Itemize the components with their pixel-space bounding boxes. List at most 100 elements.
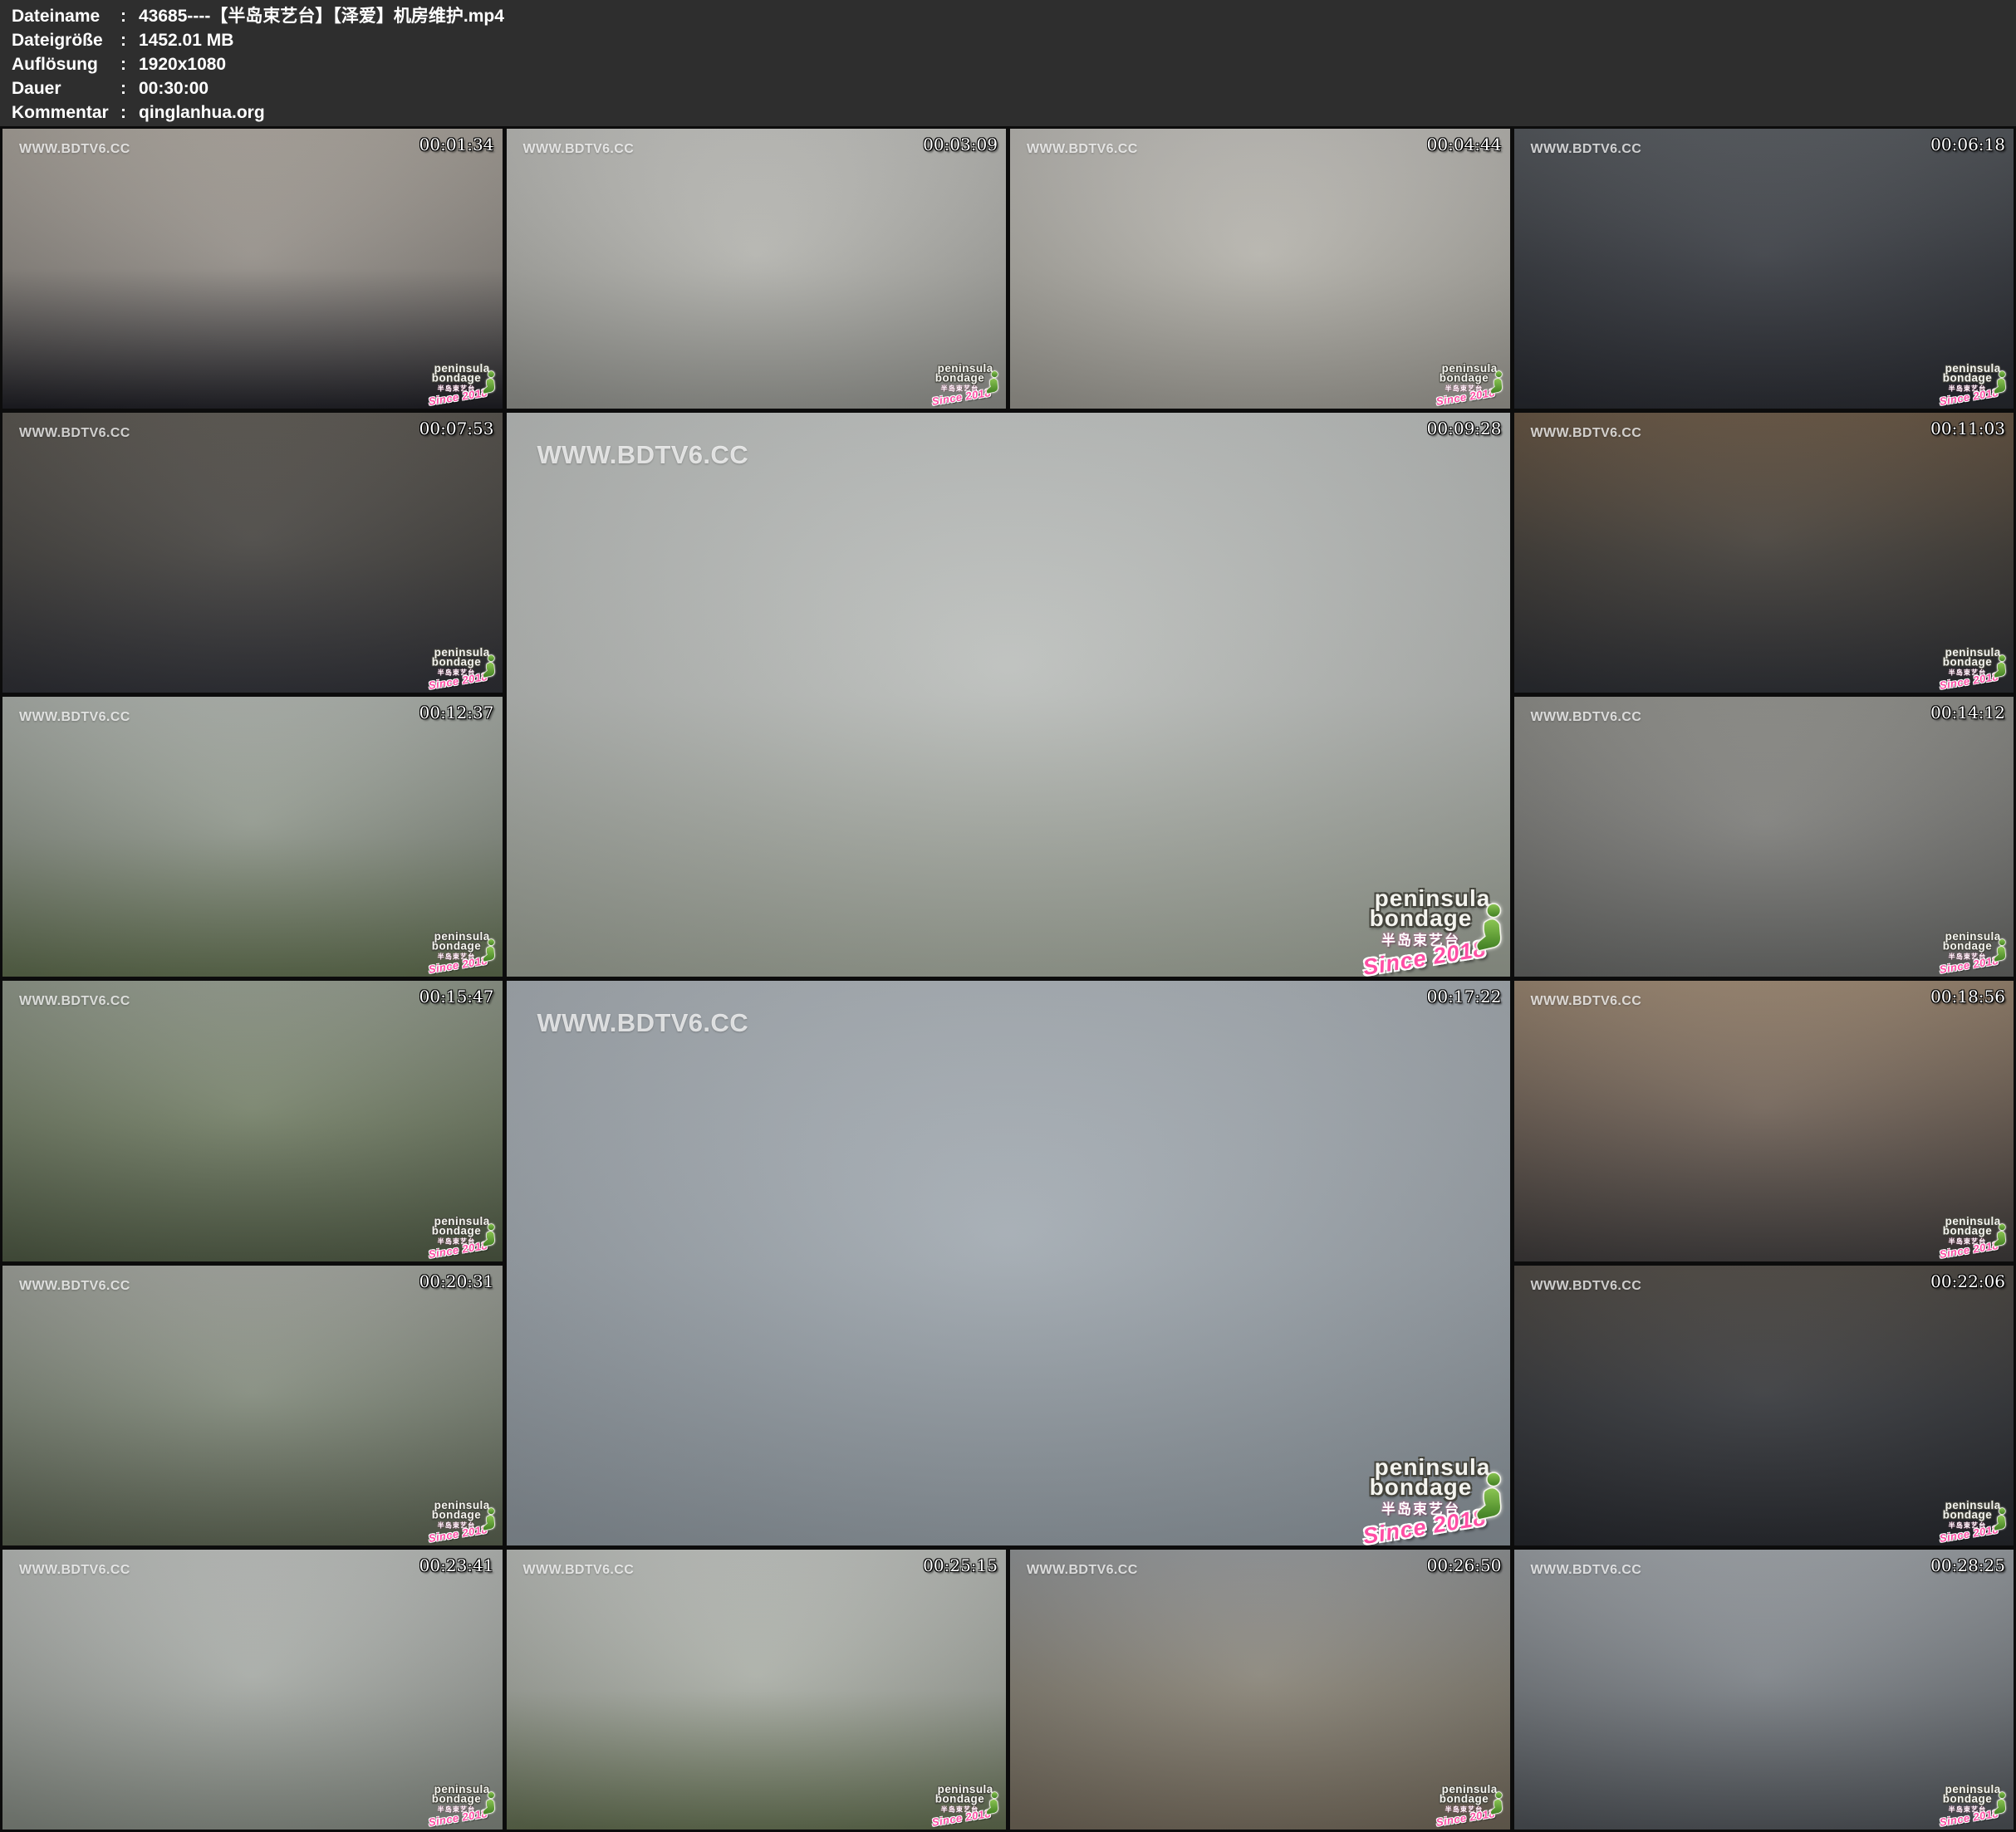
file-info-colon: : [120, 76, 139, 100]
frame-timestamp: 00:25:15 [923, 1555, 998, 1575]
file-size-value: 1452.01 MB [139, 28, 233, 52]
frame-timestamp: 00:28:25 [1930, 1555, 2005, 1575]
video-thumbnail: WWW.BDTV6.CC 00:18:56 peninsula bondage … [1514, 981, 2014, 1261]
kneeling-figure-icon [1992, 654, 2009, 679]
studio-logo: peninsula bondage 半岛束艺台 Since 2018 [428, 648, 496, 688]
frame-timestamp: 00:17:22 [1427, 987, 1502, 1007]
site-watermark-text: WWW.BDTV6.CC [523, 1563, 635, 1578]
studio-logo: peninsula bondage 半岛束艺台 Since 2018 [931, 1785, 999, 1825]
video-thumbnail: WWW.BDTV6.CC 00:28:25 peninsula bondage … [1514, 1550, 2014, 1830]
comment-value: qinglanhua.org [139, 100, 265, 125]
studio-logo: peninsula bondage 半岛束艺台 Since 2018 [428, 932, 496, 972]
frame-timestamp: 00:04:44 [1427, 135, 1502, 154]
studio-logo: peninsula bondage 半岛束艺台 Since 2018 [1939, 364, 2007, 404]
video-thumbnail: WWW.BDTV6.CC 00:01:34 peninsula bondage … [2, 129, 503, 409]
video-thumbnail: WWW.BDTV6.CC 00:23:41 peninsula bondage … [2, 1550, 503, 1830]
file-info-label: Dateigröße [0, 28, 120, 52]
studio-logo: peninsula bondage 半岛束艺台 Since 2018 [1435, 364, 1503, 404]
file-info-colon: : [120, 52, 139, 76]
file-info-row: Kommentar : qinglanhua.org [0, 100, 2016, 125]
frame-timestamp: 00:23:41 [419, 1555, 494, 1575]
video-thumbnail: WWW.BDTV6.CC 00:04:44 peninsula bondage … [1010, 129, 1510, 409]
video-thumbnail: WWW.BDTV6.CC 00:14:12 peninsula bondage … [1514, 697, 2014, 977]
file-info-header: Dateiname : 43685----【半岛束艺台】【泽爱】机房维护.mp4… [0, 0, 2016, 126]
frame-timestamp: 00:01:34 [419, 135, 494, 154]
kneeling-figure-icon [480, 370, 497, 395]
video-thumbnail: WWW.BDTV6.CC 00:07:53 peninsula bondage … [2, 413, 503, 693]
studio-logo: peninsula bondage 半岛束艺台 Since 2018 [1939, 1501, 2007, 1541]
resolution-value: 1920x1080 [139, 52, 226, 76]
video-thumbnail: WWW.BDTV6.CC 00:20:31 peninsula bondage … [2, 1266, 503, 1545]
kneeling-figure-icon [480, 1791, 497, 1816]
site-watermark-text: WWW.BDTV6.CC [19, 426, 130, 441]
kneeling-figure-icon [1488, 370, 1504, 395]
site-watermark-text: WWW.BDTV6.CC [1531, 1279, 1642, 1294]
frame-timestamp: 00:20:31 [419, 1271, 494, 1291]
video-thumbnail: WWW.BDTV6.CC 00:06:18 peninsula bondage … [1514, 129, 2014, 409]
studio-logo: peninsula bondage 半岛束艺台 Since 2018 [1362, 1457, 1503, 1541]
kneeling-figure-icon [480, 1507, 497, 1532]
site-watermark-text: WWW.BDTV6.CC [19, 142, 130, 157]
studio-logo: peninsula bondage 半岛束艺台 Since 2018 [428, 1501, 496, 1541]
video-thumbnail: WWW.BDTV6.CC 00:11:03 peninsula bondage … [1514, 413, 2014, 693]
site-watermark-text: WWW.BDTV6.CC [19, 710, 130, 725]
studio-logo: peninsula bondage 半岛束艺台 Since 2018 [1435, 1785, 1503, 1825]
frame-timestamp: 00:18:56 [1930, 987, 2005, 1007]
video-thumbnail: WWW.BDTV6.CC 00:12:37 peninsula bondage … [2, 697, 503, 977]
contact-sheet: Dateiname : 43685----【半岛束艺台】【泽爱】机房维护.mp4… [0, 0, 2016, 1832]
thumbnail-grid: WWW.BDTV6.CC 00:01:34 peninsula bondage … [0, 126, 2016, 1832]
studio-logo: peninsula bondage 半岛束艺台 Since 2018 [1939, 648, 2007, 688]
kneeling-figure-icon [1472, 902, 1507, 953]
frame-timestamp: 00:12:37 [419, 703, 494, 723]
file-info-row: Auflösung : 1920x1080 [0, 52, 2016, 76]
frame-timestamp: 00:11:03 [1930, 419, 2005, 438]
video-thumbnail: WWW.BDTV6.CC 00:15:47 peninsula bondage … [2, 981, 503, 1261]
file-name-value: 43685----【半岛束艺台】【泽爱】机房维护.mp4 [139, 4, 504, 28]
duration-value: 00:30:00 [139, 76, 208, 100]
site-watermark-text: WWW.BDTV6.CC [537, 1008, 749, 1038]
file-info-colon: : [120, 28, 139, 52]
kneeling-figure-icon [1992, 1222, 2009, 1247]
studio-logo: peninsula bondage 半岛束艺台 Since 2018 [428, 1785, 496, 1825]
kneeling-figure-icon [1992, 370, 2009, 395]
frame-timestamp: 00:22:06 [1930, 1271, 2005, 1291]
kneeling-figure-icon [480, 654, 497, 679]
kneeling-figure-icon [1472, 1471, 1507, 1522]
file-info-colon: : [120, 100, 139, 125]
video-thumbnail: WWW.BDTV6.CC 00:17:22 peninsula bondage … [507, 981, 1510, 1545]
site-watermark-text: WWW.BDTV6.CC [19, 1563, 130, 1578]
studio-logo: peninsula bondage 半岛束艺台 Since 2018 [428, 1217, 496, 1256]
studio-logo: peninsula bondage 半岛束艺台 Since 2018 [1939, 1217, 2007, 1256]
frame-timestamp: 00:26:50 [1427, 1555, 1502, 1575]
kneeling-figure-icon [480, 938, 497, 963]
kneeling-figure-icon [1488, 1791, 1504, 1816]
video-thumbnail: WWW.BDTV6.CC 00:09:28 peninsula bondage … [507, 413, 1510, 977]
kneeling-figure-icon [984, 370, 1001, 395]
studio-logo: peninsula bondage 半岛束艺台 Since 2018 [931, 364, 999, 404]
video-thumbnail: WWW.BDTV6.CC 00:22:06 peninsula bondage … [1514, 1266, 2014, 1545]
frame-timestamp: 00:07:53 [419, 419, 494, 438]
frame-timestamp: 00:14:12 [1930, 703, 2005, 723]
file-info-row: Dateiname : 43685----【半岛束艺台】【泽爱】机房维护.mp4 [0, 4, 2016, 28]
frame-timestamp: 00:03:09 [923, 135, 998, 154]
site-watermark-text: WWW.BDTV6.CC [1531, 994, 1642, 1009]
file-info-label: Auflösung [0, 52, 120, 76]
file-info-row: Dateigröße : 1452.01 MB [0, 28, 2016, 52]
file-info-row: Dauer : 00:30:00 [0, 76, 2016, 100]
kneeling-figure-icon [1992, 938, 2009, 963]
studio-logo: peninsula bondage 半岛束艺台 Since 2018 [1362, 889, 1503, 972]
frame-timestamp: 00:09:28 [1427, 419, 1502, 438]
kneeling-figure-icon [1992, 1507, 2009, 1532]
site-watermark-text: WWW.BDTV6.CC [1531, 1563, 1642, 1578]
video-thumbnail: WWW.BDTV6.CC 00:03:09 peninsula bondage … [507, 129, 1007, 409]
studio-logo: peninsula bondage 半岛束艺台 Since 2018 [1939, 1785, 2007, 1825]
file-info-label: Dauer [0, 76, 120, 100]
site-watermark-text: WWW.BDTV6.CC [1027, 142, 1138, 157]
file-info-label: Dateiname [0, 4, 120, 28]
kneeling-figure-icon [984, 1791, 1001, 1816]
file-info-label: Kommentar [0, 100, 120, 125]
studio-logo: peninsula bondage 半岛束艺台 Since 2018 [428, 364, 496, 404]
site-watermark-text: WWW.BDTV6.CC [19, 1279, 130, 1294]
site-watermark-text: WWW.BDTV6.CC [1531, 142, 1642, 157]
site-watermark-text: WWW.BDTV6.CC [523, 142, 635, 157]
